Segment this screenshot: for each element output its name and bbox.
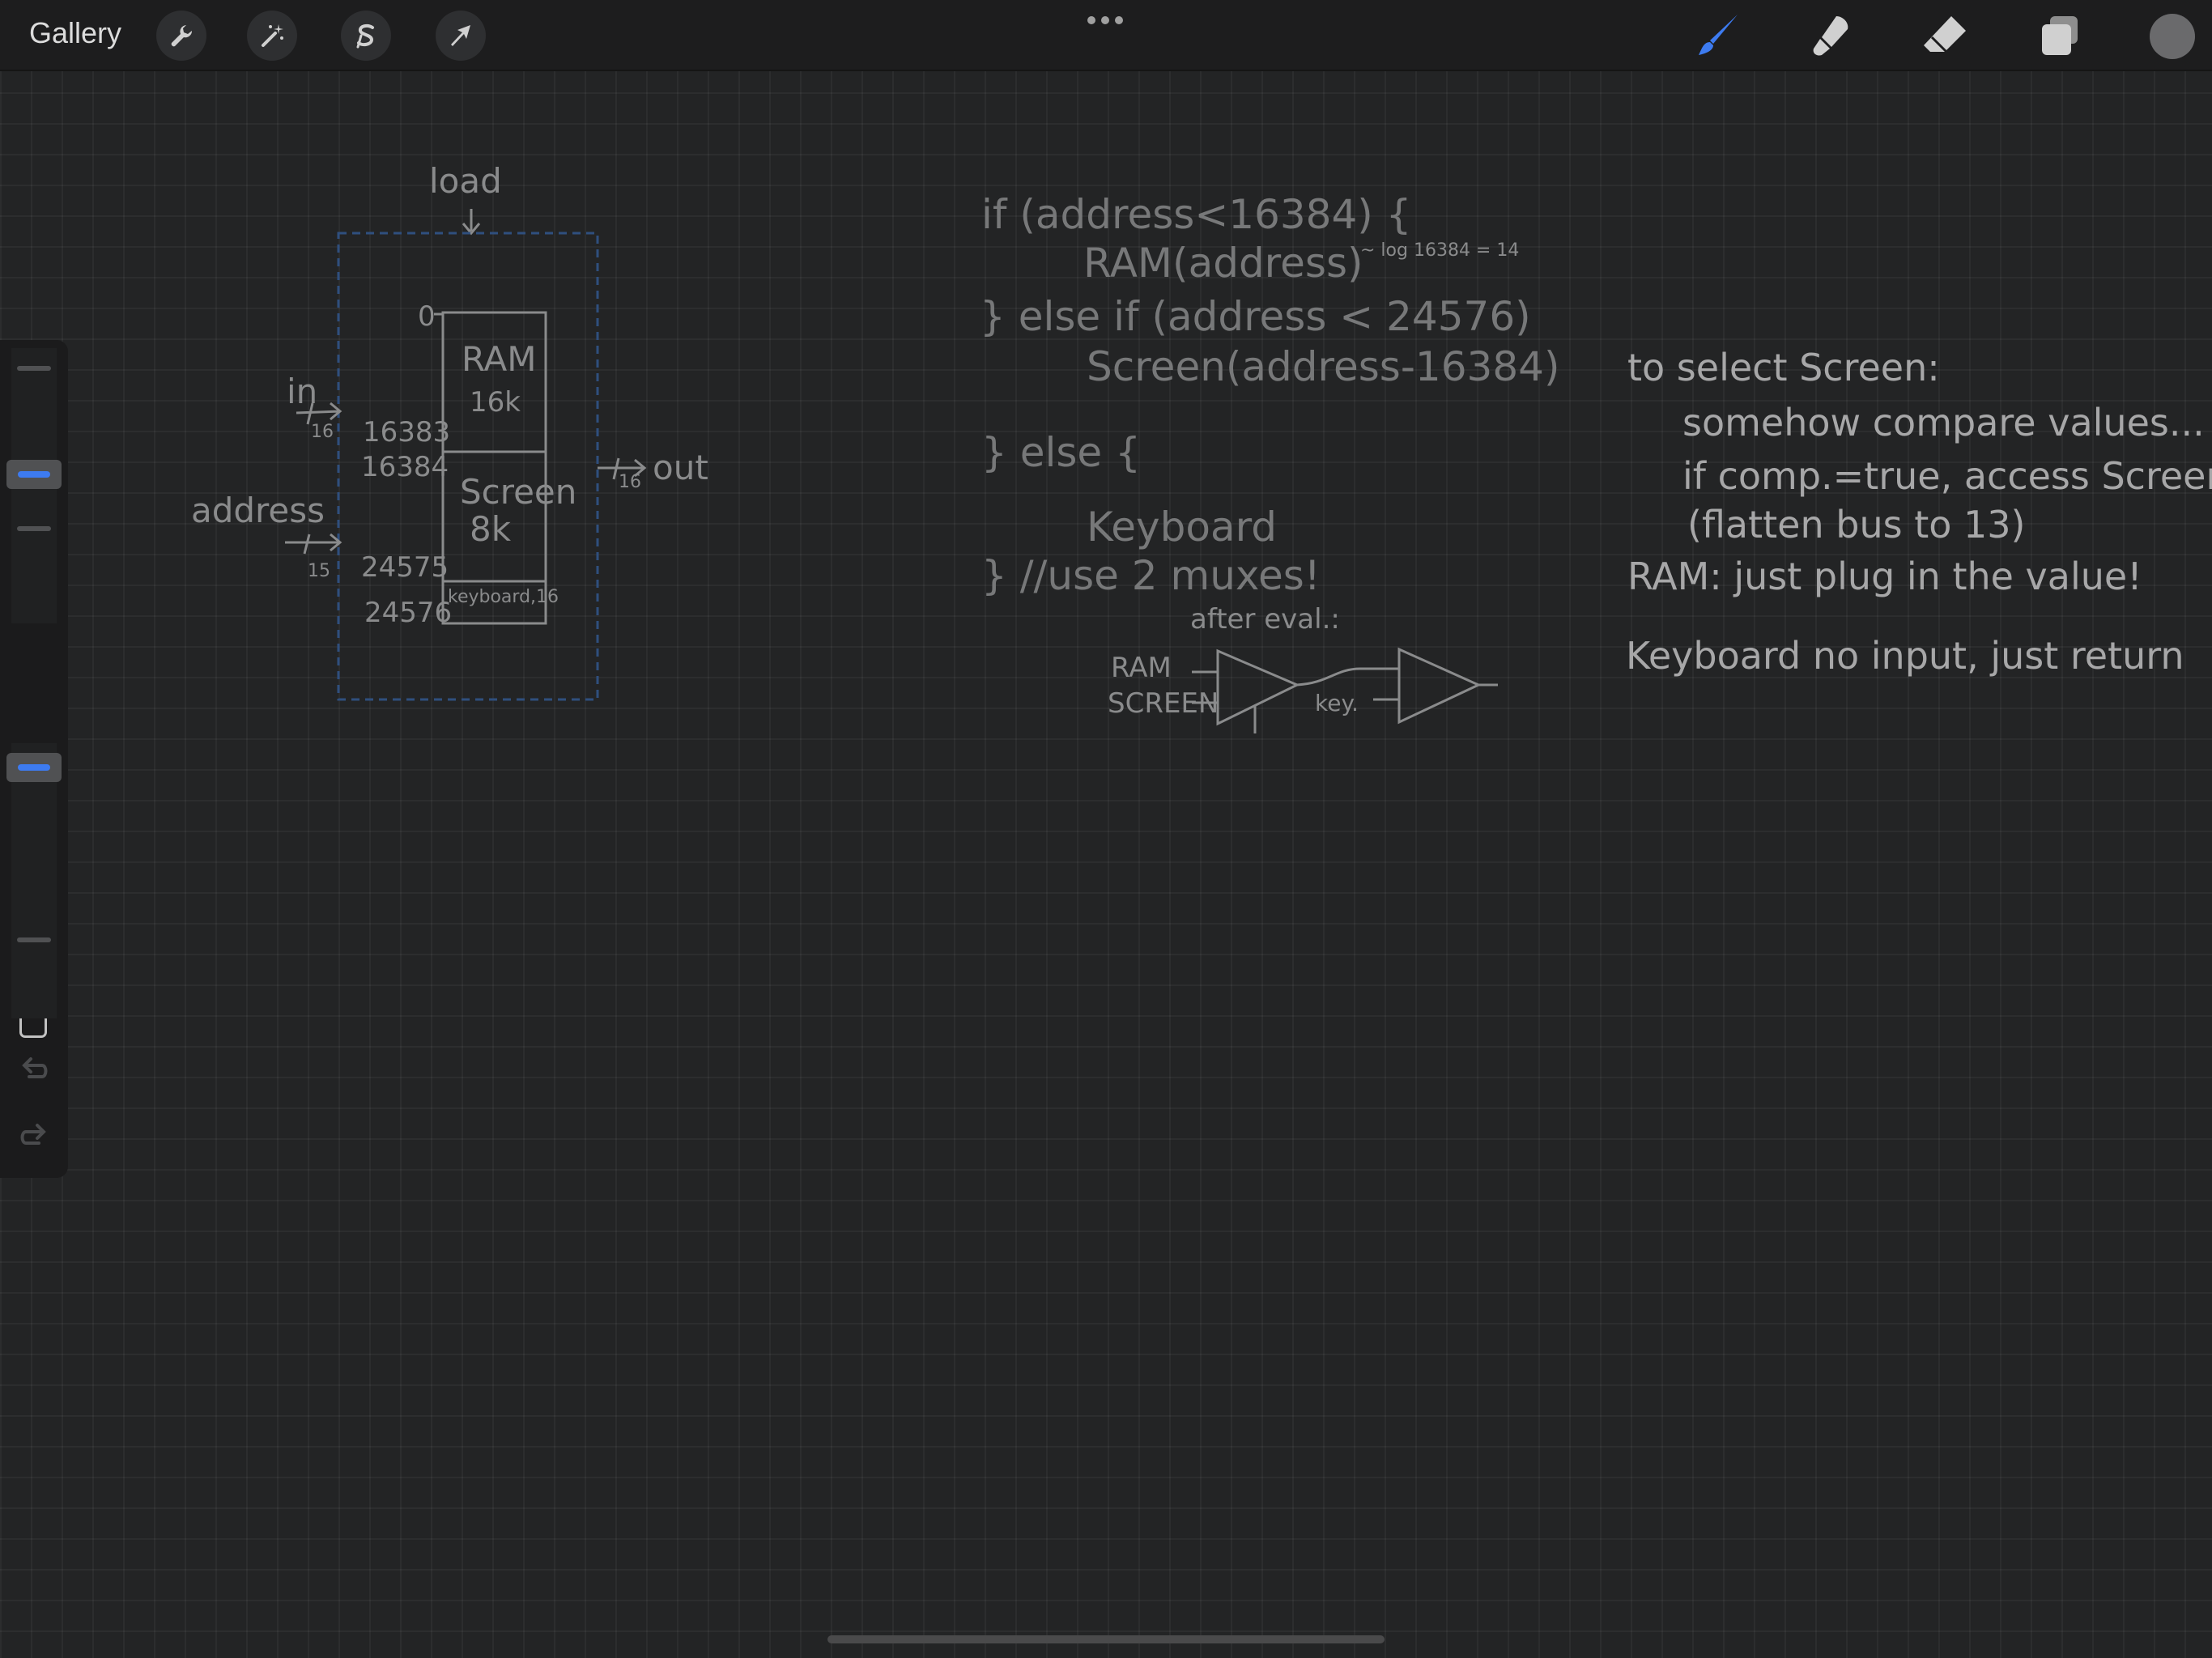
note-line-1: to select Screen: — [1627, 346, 1940, 389]
layers-icon — [2042, 16, 2078, 55]
out-width: 16 — [619, 472, 641, 492]
mux1-triangle — [1216, 648, 1300, 726]
eraser-tool-button[interactable] — [1921, 11, 1969, 60]
pseudo-code: if (address<16384) { RAM(address) ~ log … — [980, 191, 1559, 599]
more-options-button[interactable] — [1086, 15, 1125, 30]
selection-button[interactable] — [341, 11, 391, 61]
log-note: ~ log 16384 = 14 — [1360, 240, 1519, 261]
brush-size-slider[interactable] — [6, 348, 62, 623]
notes: to select Screen: somehow compare values… — [1626, 346, 2212, 678]
brush-tool-button[interactable] — [1694, 11, 1742, 60]
screen-label: Screen — [460, 472, 576, 512]
selection-s-icon — [356, 23, 374, 49]
note-line-4: (flatten bus to 13) — [1687, 503, 2025, 546]
ram-size: 16k — [470, 386, 521, 419]
opacity-slider[interactable] — [6, 743, 62, 1018]
drawing-canvas[interactable]: load 0 RAM 16k Screen 8k keyboard,16 163… — [0, 0, 2212, 1658]
code-line-5: } else { — [981, 429, 1141, 476]
in-width: 16 — [311, 422, 334, 442]
note-line-5: RAM: just plug in the value! — [1627, 555, 2142, 598]
index-24575: 24575 — [361, 551, 449, 584]
keyboard-label: keyboard,16 — [448, 587, 559, 607]
code-line-3: } else if (address < 24576) — [980, 293, 1531, 340]
redo-icon — [20, 1124, 46, 1145]
more-dots-icon — [1087, 16, 1123, 24]
color-picker-button[interactable] — [2150, 14, 2195, 59]
address-arrow — [285, 533, 342, 555]
code-line-1: if (address<16384) { — [981, 191, 1412, 238]
code-line-4: Screen(address-16384) — [1087, 343, 1559, 390]
index-16383: 16383 — [363, 416, 450, 449]
smudge-tool-button[interactable] — [1807, 11, 1856, 60]
brush-size-handle[interactable] — [6, 460, 62, 489]
note-line-2: somehow compare values... — [1682, 401, 2205, 444]
magic-wand-icon — [262, 24, 283, 47]
undo-icon — [22, 1057, 48, 1078]
after-eval-label: after eval.: — [1190, 603, 1340, 636]
gallery-button[interactable]: Gallery — [29, 16, 121, 50]
redo-button[interactable] — [18, 1120, 50, 1153]
mux-link-wire — [1296, 667, 1399, 687]
mux2-triangle — [1397, 647, 1482, 725]
load-arrow — [462, 209, 481, 236]
size-slider-tick — [17, 366, 51, 371]
opacity-slider-tick — [17, 937, 51, 942]
adjustments-button[interactable] — [247, 11, 297, 61]
canvas-drawing: load 0 RAM 16k Screen 8k keyboard,16 163… — [191, 161, 2212, 733]
index-24576: 24576 — [364, 597, 452, 629]
top-toolbar: Gallery — [0, 0, 2212, 71]
actions-button[interactable] — [156, 11, 206, 61]
transform-arrow-icon — [451, 25, 470, 46]
wrench-icon — [171, 25, 193, 47]
index-0: 0 — [418, 300, 436, 333]
code-line-6: Keyboard — [1087, 504, 1277, 551]
index-16384: 16384 — [361, 451, 449, 483]
address-width: 15 — [308, 561, 330, 581]
memory-diagram: load 0 RAM 16k Screen 8k keyboard,16 163… — [191, 161, 708, 701]
note-line-3: if comp.=true, access Screen — [1682, 454, 2212, 498]
mux-sketch: after eval.: RAM SCREEN key. — [1108, 603, 1498, 733]
load-label: load — [429, 161, 502, 201]
ram-label: RAM — [462, 339, 536, 379]
mux-input-key: key. — [1315, 690, 1359, 716]
note-line-6: Keyboard no input, just return — [1626, 634, 2184, 678]
opacity-handle[interactable] — [6, 753, 62, 782]
left-sidebar — [0, 340, 68, 1178]
smudge-icon — [1813, 16, 1848, 56]
code-line-2: RAM(address) — [1083, 240, 1363, 287]
mux-input-ram: RAM — [1111, 652, 1172, 684]
brush-icon — [1699, 15, 1738, 55]
eraser-icon — [1924, 16, 1966, 53]
code-line-7: } //use 2 muxes! — [981, 552, 1321, 599]
home-indicator[interactable] — [827, 1635, 1385, 1643]
transform-button[interactable] — [436, 11, 486, 61]
screen-size: 8k — [470, 509, 512, 549]
size-slider-tick — [17, 526, 51, 531]
out-label: out — [653, 448, 708, 487]
layers-button[interactable] — [2035, 11, 2084, 60]
address-label: address — [191, 491, 325, 530]
undo-button[interactable] — [18, 1054, 50, 1086]
